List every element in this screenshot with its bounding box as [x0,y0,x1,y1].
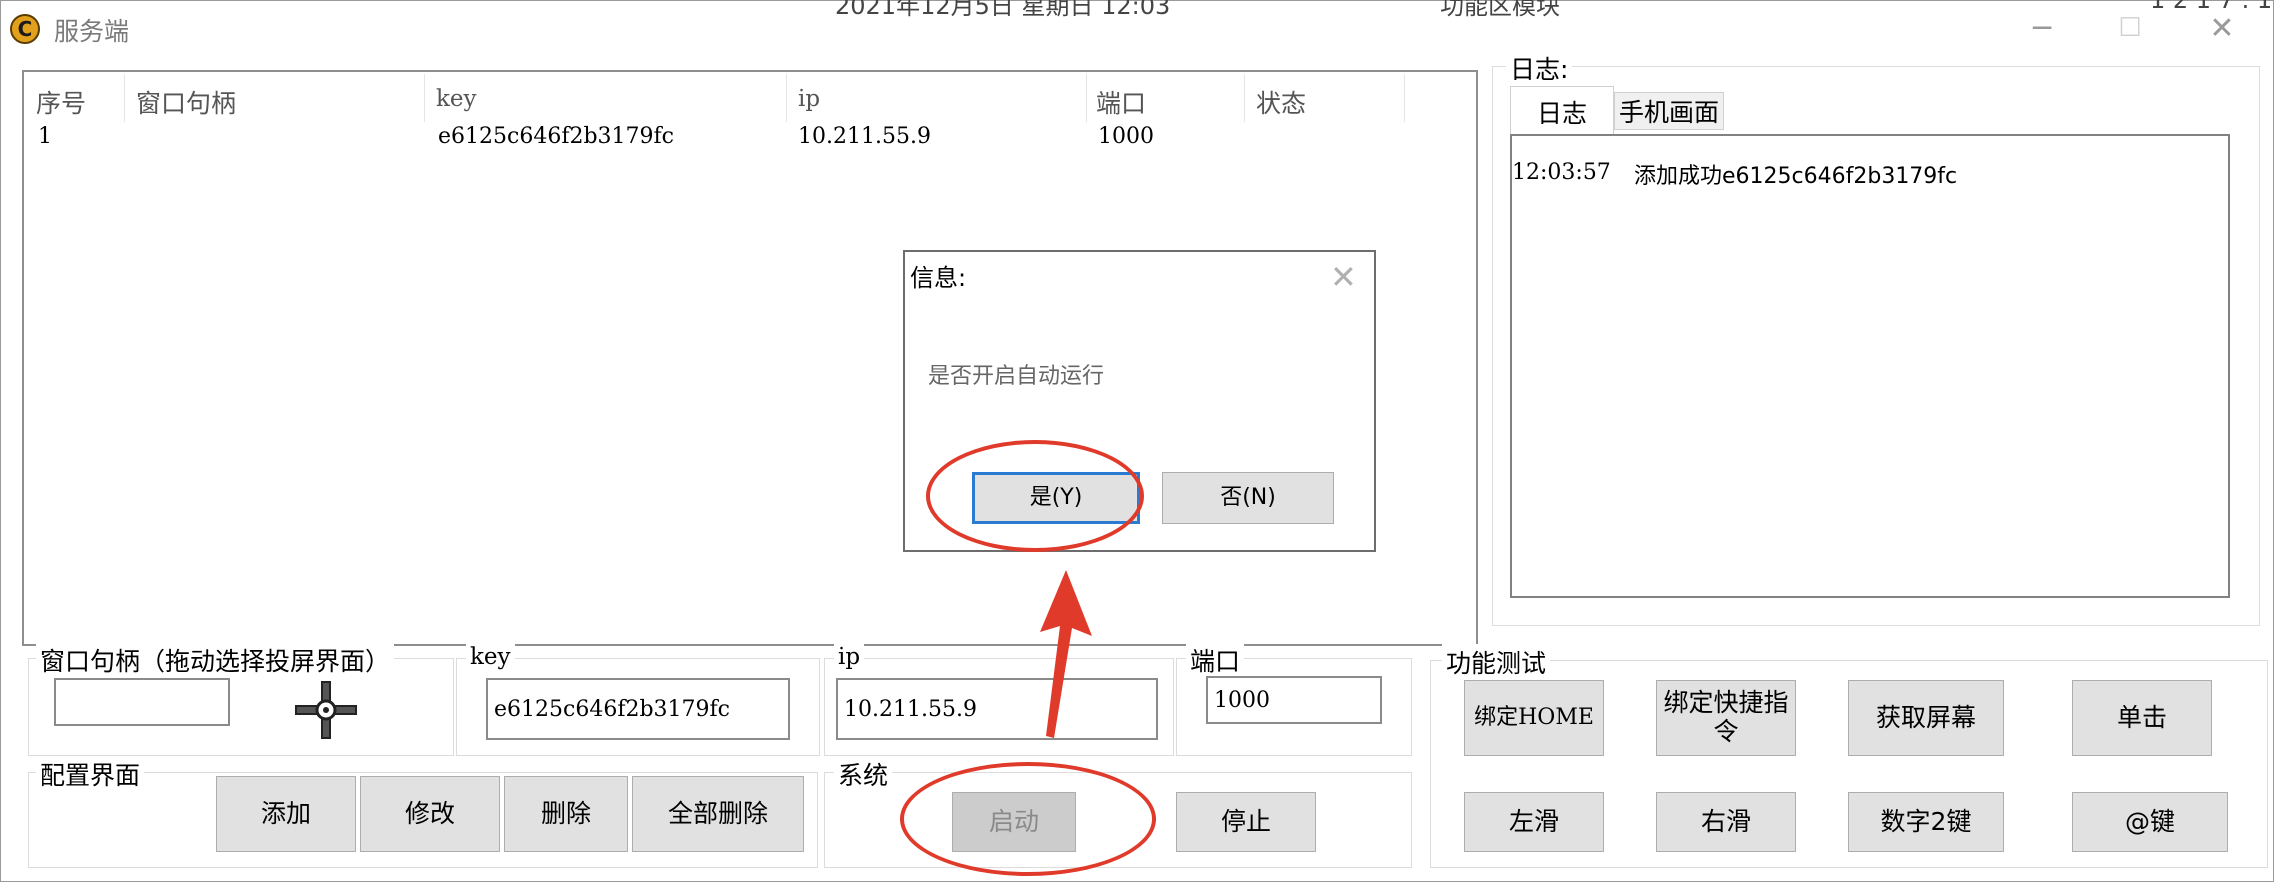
maximize-button[interactable]: ☐ [2100,4,2160,52]
log-output[interactable] [1510,134,2230,598]
row-port-cell[interactable]: 1000 [1098,124,1154,149]
minimize-button[interactable]: ─ [2012,4,2072,52]
dialog-title: 信息: [910,264,967,292]
key-field[interactable]: e6125c646f2b3179fc [486,678,790,740]
config-group-label: 配置界面 [36,756,145,792]
dialog-close-icon[interactable]: ✕ [1330,258,1357,296]
column-divider[interactable] [1086,74,1087,122]
dialog-message: 是否开启自动运行 [928,364,1105,389]
bind-home-button[interactable]: 绑定HOME [1464,680,1604,756]
crosshair-target-icon[interactable] [294,680,358,740]
handle-group-label: 窗口句柄（拖动选择投屏界面） [36,642,395,678]
column-divider[interactable] [424,74,425,122]
modify-button[interactable]: 修改 [360,776,500,852]
close-button[interactable]: ✕ [2192,4,2252,52]
column-header-handle[interactable]: 窗口句柄 [136,84,236,136]
port-group-label: 端口 [1186,642,1245,678]
window-title: 服务端 [54,17,130,46]
at-key-button[interactable]: @键 [2072,792,2228,852]
stop-button[interactable]: 停止 [1176,792,1316,852]
tab-phone-screen[interactable]: 手机画面 [1614,92,1724,130]
add-button[interactable]: 添加 [216,776,356,852]
highlight-ellipse [926,440,1144,552]
function-test-label: 功能测试 [1442,644,1551,680]
red-arrow-icon [1024,570,1094,740]
column-divider[interactable] [1404,74,1405,122]
digit-key-button[interactable]: 数字2键 [1848,792,2004,852]
key-group-label: key [466,644,515,670]
column-divider[interactable] [1244,74,1245,122]
ip-field[interactable]: 10.211.55.9 [836,678,1158,740]
row-index-cell[interactable]: 1 [38,124,52,149]
highlight-ellipse [900,762,1156,876]
row-ip-cell[interactable]: 10.211.55.9 [798,124,931,149]
tab-log[interactable]: 日志 [1510,86,1614,136]
column-divider[interactable] [124,74,125,122]
log-entry-text: 添加成功e6125c646f2b3179fc [1634,164,1958,189]
handle-field[interactable] [54,678,230,726]
log-group-label: 日志: [1506,50,1573,86]
delete-button[interactable]: 删除 [504,776,628,852]
click-button[interactable]: 单击 [2072,680,2212,756]
bind-shortcut-button[interactable]: 绑定快捷指令 [1656,680,1796,756]
swipe-left-button[interactable]: 左滑 [1464,792,1604,852]
ip-group-label: ip [834,644,865,670]
get-screen-button[interactable]: 获取屏幕 [1848,680,2004,756]
log-entry-time: 12:03:57 [1512,160,1611,185]
swipe-right-button[interactable]: 右滑 [1656,792,1796,852]
clipped-top-text: 功能区模块 [1440,0,1560,20]
delete-all-button[interactable]: 全部删除 [632,776,804,852]
clipped-top-text: 2021年12月5日 星期日 12:03 [835,0,1171,20]
no-button[interactable]: 否(N) [1162,472,1334,524]
column-divider[interactable] [786,74,787,122]
row-key-cell[interactable]: e6125c646f2b3179fc [438,124,674,149]
column-header-status[interactable]: 状态 [1256,84,1306,136]
system-group-label: 系统 [834,756,893,792]
port-field[interactable]: 1000 [1206,676,1382,724]
app-logo-icon: C [10,14,40,44]
